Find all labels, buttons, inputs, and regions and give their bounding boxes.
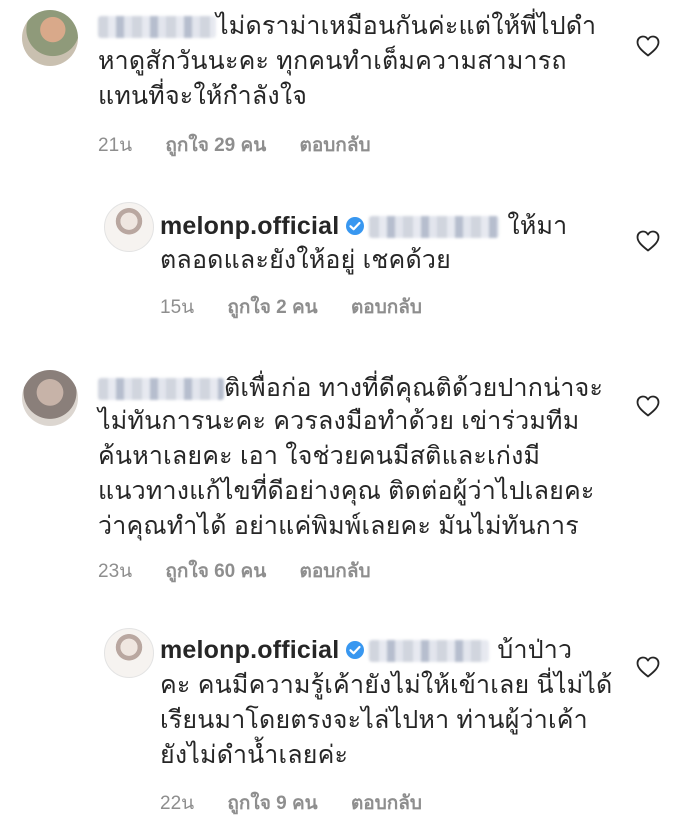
like-count[interactable]: ถูกใจ 2 คน xyxy=(227,297,317,318)
timestamp: 21น xyxy=(98,135,133,156)
heart-outline-icon[interactable] xyxy=(636,656,660,678)
comment-text-line: ค้นหาเลยคะ เอา ใจช่วยคนมีสติและเก่งมี xyxy=(98,442,541,470)
comment-meta: 15น ถูกใจ 2 คน ตอบกลับ xyxy=(160,292,450,322)
like-count[interactable]: ถูกใจ 29 คน xyxy=(165,135,266,156)
blurred-username[interactable] xyxy=(369,640,490,663)
comment-text-line: แทนที่จะให้กำลังใจ xyxy=(98,82,308,110)
username[interactable]: melonp.official xyxy=(160,212,339,240)
comment-text-line: ว่าคุณทำได้ อย่าแค่พิมพ์เลยคะ มันไม่ทันก… xyxy=(98,512,579,540)
heart-outline-icon[interactable] xyxy=(636,35,660,57)
blurred-username[interactable] xyxy=(369,216,500,239)
blurred-username[interactable] xyxy=(98,378,224,401)
timestamp: 23น xyxy=(98,561,133,582)
comment-text-line: ตลอดและยังให้อยู่ เชคด้วย xyxy=(160,246,451,274)
reply-button[interactable]: ตอบกลับ xyxy=(351,793,422,814)
comment-meta: 22น ถูกใจ 9 คน ตอบกลับ xyxy=(160,788,450,818)
comment-text-line: เรียนมาโดยตรงจะไล่ไปหา ท่านผู้ว่าเค้า xyxy=(160,706,588,734)
avatar[interactable] xyxy=(104,202,154,252)
comment-text-line: แนวทางแก้ไขที่ดีอย่างคุณ ติดต่อผู้ว่าไปเ… xyxy=(98,477,595,505)
like-count[interactable]: ถูกใจ 60 คน xyxy=(165,561,266,582)
reply-button[interactable]: ตอบกลับ xyxy=(351,297,422,318)
comment-text-line: ยังไม่ดำน้ำเลยค่ะ xyxy=(160,741,349,769)
avatar[interactable] xyxy=(22,370,78,426)
comment-text-line: ไม่ดราม่าเหมือนกันค่ะแต่ให้พี่ไปดำ xyxy=(216,12,597,40)
like-count[interactable]: ถูกใจ 9 คน xyxy=(227,793,317,814)
verified-badge-icon xyxy=(346,217,365,235)
timestamp: 22น xyxy=(160,793,195,814)
comment-meta: 23น ถูกใจ 60 คน ตอบกลับ xyxy=(98,556,399,586)
comment-text-line: หาดูสักวันนะคะ ทุกคนทำเต็มความสามารถ xyxy=(98,47,567,75)
blurred-username[interactable] xyxy=(98,16,216,39)
verified-badge-icon xyxy=(346,641,365,659)
avatar[interactable] xyxy=(104,628,154,678)
comment-text-line: คะ คนมีความรู้เค้ายังไม่ให้เข้าเลย นี่ไม… xyxy=(160,671,613,699)
comment-text-line: ให้มา xyxy=(507,212,568,240)
comment-text-line: บ้าป่าว xyxy=(497,636,573,664)
avatar[interactable] xyxy=(22,10,78,66)
comment-text-line: ไม่ทันการนะคะ ควรลงมือทำด้วย เข่าร่วมทีม xyxy=(98,407,580,435)
heart-outline-icon[interactable] xyxy=(636,230,660,252)
reply-button[interactable]: ตอบกลับ xyxy=(300,135,371,156)
comment-meta: 21น ถูกใจ 29 คน ตอบกลับ xyxy=(98,130,399,160)
reply-button[interactable]: ตอบกลับ xyxy=(300,561,371,582)
username[interactable]: melonp.official xyxy=(160,636,339,664)
timestamp: 15น xyxy=(160,297,195,318)
heart-outline-icon[interactable] xyxy=(636,395,660,417)
comment-text-line: ติเพื่อก่อ ทางที่ดีคุณติด้วยปากน่าจะ xyxy=(224,374,604,402)
